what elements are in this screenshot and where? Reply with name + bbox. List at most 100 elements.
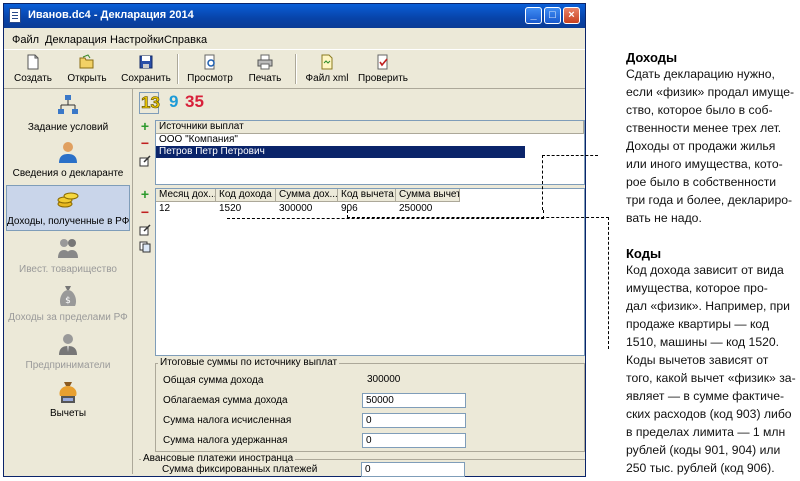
copy-income-icon[interactable] — [139, 241, 151, 253]
application-window: Иванов.dc4 - Декларация 2014 _ □ × Файл … — [3, 3, 586, 477]
nav-income-abroad-label: Доходы за пределами РФ — [8, 312, 128, 323]
cell-month: 12 — [159, 203, 171, 214]
nav-declarant-info[interactable]: Сведения о декларанте — [6, 138, 130, 184]
coins-icon — [57, 192, 79, 208]
businessman-icon — [59, 334, 77, 355]
nav-income-rf[interactable]: Доходы, полученные в РФ — [6, 185, 130, 231]
nav-deductions-label: Вычеты — [49, 408, 87, 419]
close-button[interactable]: × — [563, 7, 580, 24]
menu-settings[interactable]: Настройки — [110, 34, 164, 46]
annotation-codes-title: Коды — [626, 246, 662, 261]
print-label: Печать — [248, 73, 282, 84]
income-callout-line — [542, 155, 543, 210]
taxable-income-field[interactable]: 50000 — [362, 393, 466, 408]
totals-legend: Итоговые суммы по источнику выплат — [158, 357, 340, 368]
remove-source-button[interactable]: − — [138, 136, 152, 151]
xml-file-label: Файл xml — [305, 73, 349, 84]
edit-source-icon[interactable] — [139, 155, 151, 167]
investors-icon — [58, 239, 78, 258]
maximize-button[interactable]: □ — [544, 7, 561, 24]
source-name: Петров Петр Петрович — [159, 146, 265, 157]
save-label: Сохранить — [121, 73, 171, 84]
nav-deductions[interactable]: Вычеты — [6, 378, 130, 424]
fixed-payments-field[interactable]: 0 — [361, 462, 465, 477]
rate-tab-13[interactable]: 13 — [139, 92, 160, 114]
source-name: ООО "Компания" — [159, 134, 238, 145]
open-button[interactable]: Открыть — [64, 52, 110, 86]
codes-callout-line — [347, 217, 609, 218]
sources-header: Источники выплат — [156, 121, 584, 134]
source-row[interactable]: ООО "Компания" — [156, 134, 587, 146]
column-header-deduction-amount[interactable]: Сумма вычета — [396, 189, 460, 202]
open-folder-icon — [79, 54, 94, 69]
person-icon — [59, 142, 77, 163]
menu-declaration[interactable]: Декларация — [45, 34, 107, 46]
advance-legend: Авансовые платежи иностранца — [141, 453, 296, 464]
income-callout-line — [542, 155, 598, 156]
annotation-income-text: Сдать декларацию нужно, если «физик» прод… — [626, 67, 795, 225]
sources-table: Источники выплат ООО "Компания" Петров П… — [155, 120, 585, 185]
nav-income-abroad[interactable]: $ Доходы за пределами РФ — [6, 282, 130, 328]
xml-file-icon — [321, 54, 333, 70]
income-page: 13 9 35 + − Источники выплат ООО "Компан… — [135, 88, 585, 477]
check-label: Проверить — [357, 73, 408, 84]
add-income-button[interactable]: + — [138, 187, 152, 202]
print-button[interactable]: Печать — [242, 52, 288, 86]
column-header-income-amount[interactable]: Сумма дох... — [276, 189, 338, 202]
toolbar-separator — [177, 54, 179, 84]
menu-help[interactable]: Справка — [164, 34, 207, 46]
open-label: Открыть — [67, 73, 107, 84]
source-row-selected[interactable]: Петров Петр Петрович — [156, 146, 525, 158]
annotation-income-title: Доходы — [626, 50, 678, 65]
nav-invest-partnership-label: Ивест. товарищество — [19, 264, 117, 275]
nav-declarant-info-label: Сведения о декларанте — [12, 168, 124, 179]
total-income-label: Общая сумма дохода — [163, 375, 264, 386]
preview-button[interactable]: Просмотр — [184, 52, 236, 86]
toolbar: Создать Открыть Сохранить Просмотр Печат… — [4, 49, 585, 89]
rate-tab-35[interactable]: 35 — [185, 92, 204, 112]
codes-callout-line — [608, 217, 609, 349]
conditions-network-icon — [58, 95, 78, 114]
annotation-income: Доходы Сдать декларацию нужно, если «физи… — [626, 50, 798, 227]
money-bag-icon: $ — [59, 286, 77, 306]
preview-icon — [204, 54, 215, 70]
column-header-month[interactable]: Месяц дох... — [156, 189, 216, 202]
check-button[interactable]: Проверить — [356, 52, 410, 86]
column-header-income-code[interactable]: Код дохода — [216, 189, 276, 202]
new-document-icon — [27, 54, 39, 70]
nav-invest-partnership[interactable]: Ивест. товарищество — [6, 234, 130, 280]
toolbar-separator — [295, 54, 297, 84]
add-source-button[interactable]: + — [138, 119, 152, 134]
rate-tab-9[interactable]: 9 — [169, 92, 178, 112]
xml-file-button[interactable]: Файл xml — [302, 52, 352, 86]
annotation-codes: Коды Код дохода зависит от вида имущества… — [626, 246, 798, 477]
tax-withheld-field[interactable]: 0 — [362, 433, 466, 448]
nav-conditions[interactable]: Задание условий — [6, 92, 130, 138]
nav-conditions-label: Задание условий — [27, 122, 109, 133]
save-button[interactable]: Сохранить — [120, 52, 172, 86]
nav-entrepreneurs-label: Предприниматели — [25, 360, 111, 371]
remove-income-button[interactable]: − — [138, 205, 152, 220]
create-button[interactable]: Создать — [10, 52, 56, 86]
window-title: Иванов.dc4 - Декларация 2014 — [28, 9, 194, 21]
edit-income-icon[interactable] — [139, 224, 151, 236]
menu-bar: Файл Декларация Настройки Справка — [4, 31, 585, 49]
document-icon — [9, 8, 21, 23]
tax-calculated-label: Сумма налога исчисленная — [163, 415, 292, 426]
annotation-codes-text: Код дохода зависит от вида имущества, кот… — [626, 263, 796, 475]
minimize-button[interactable]: _ — [525, 7, 542, 24]
total-income-value: 300000 — [364, 373, 468, 388]
printer-icon — [257, 54, 273, 70]
menu-file[interactable]: Файл — [12, 34, 39, 46]
column-header-deduction-code[interactable]: Код вычета — [338, 189, 396, 202]
create-label: Создать — [13, 73, 52, 84]
tax-calculated-field[interactable]: 0 — [362, 413, 466, 428]
nav-income-rf-label: Доходы, полученные в РФ — [7, 216, 130, 227]
nav-entrepreneurs[interactable]: Предприниматели — [6, 330, 130, 376]
check-icon — [377, 54, 388, 70]
save-disk-icon — [139, 55, 153, 69]
navigation-panel: Задание условий Сведения о декларанте До… — [4, 88, 133, 474]
totals-group: Итоговые суммы по источнику выплат Общая… — [155, 357, 585, 452]
svg-text:$: $ — [65, 296, 71, 306]
title-bar[interactable]: Иванов.dc4 - Декларация 2014 _ □ × — [4, 4, 585, 28]
